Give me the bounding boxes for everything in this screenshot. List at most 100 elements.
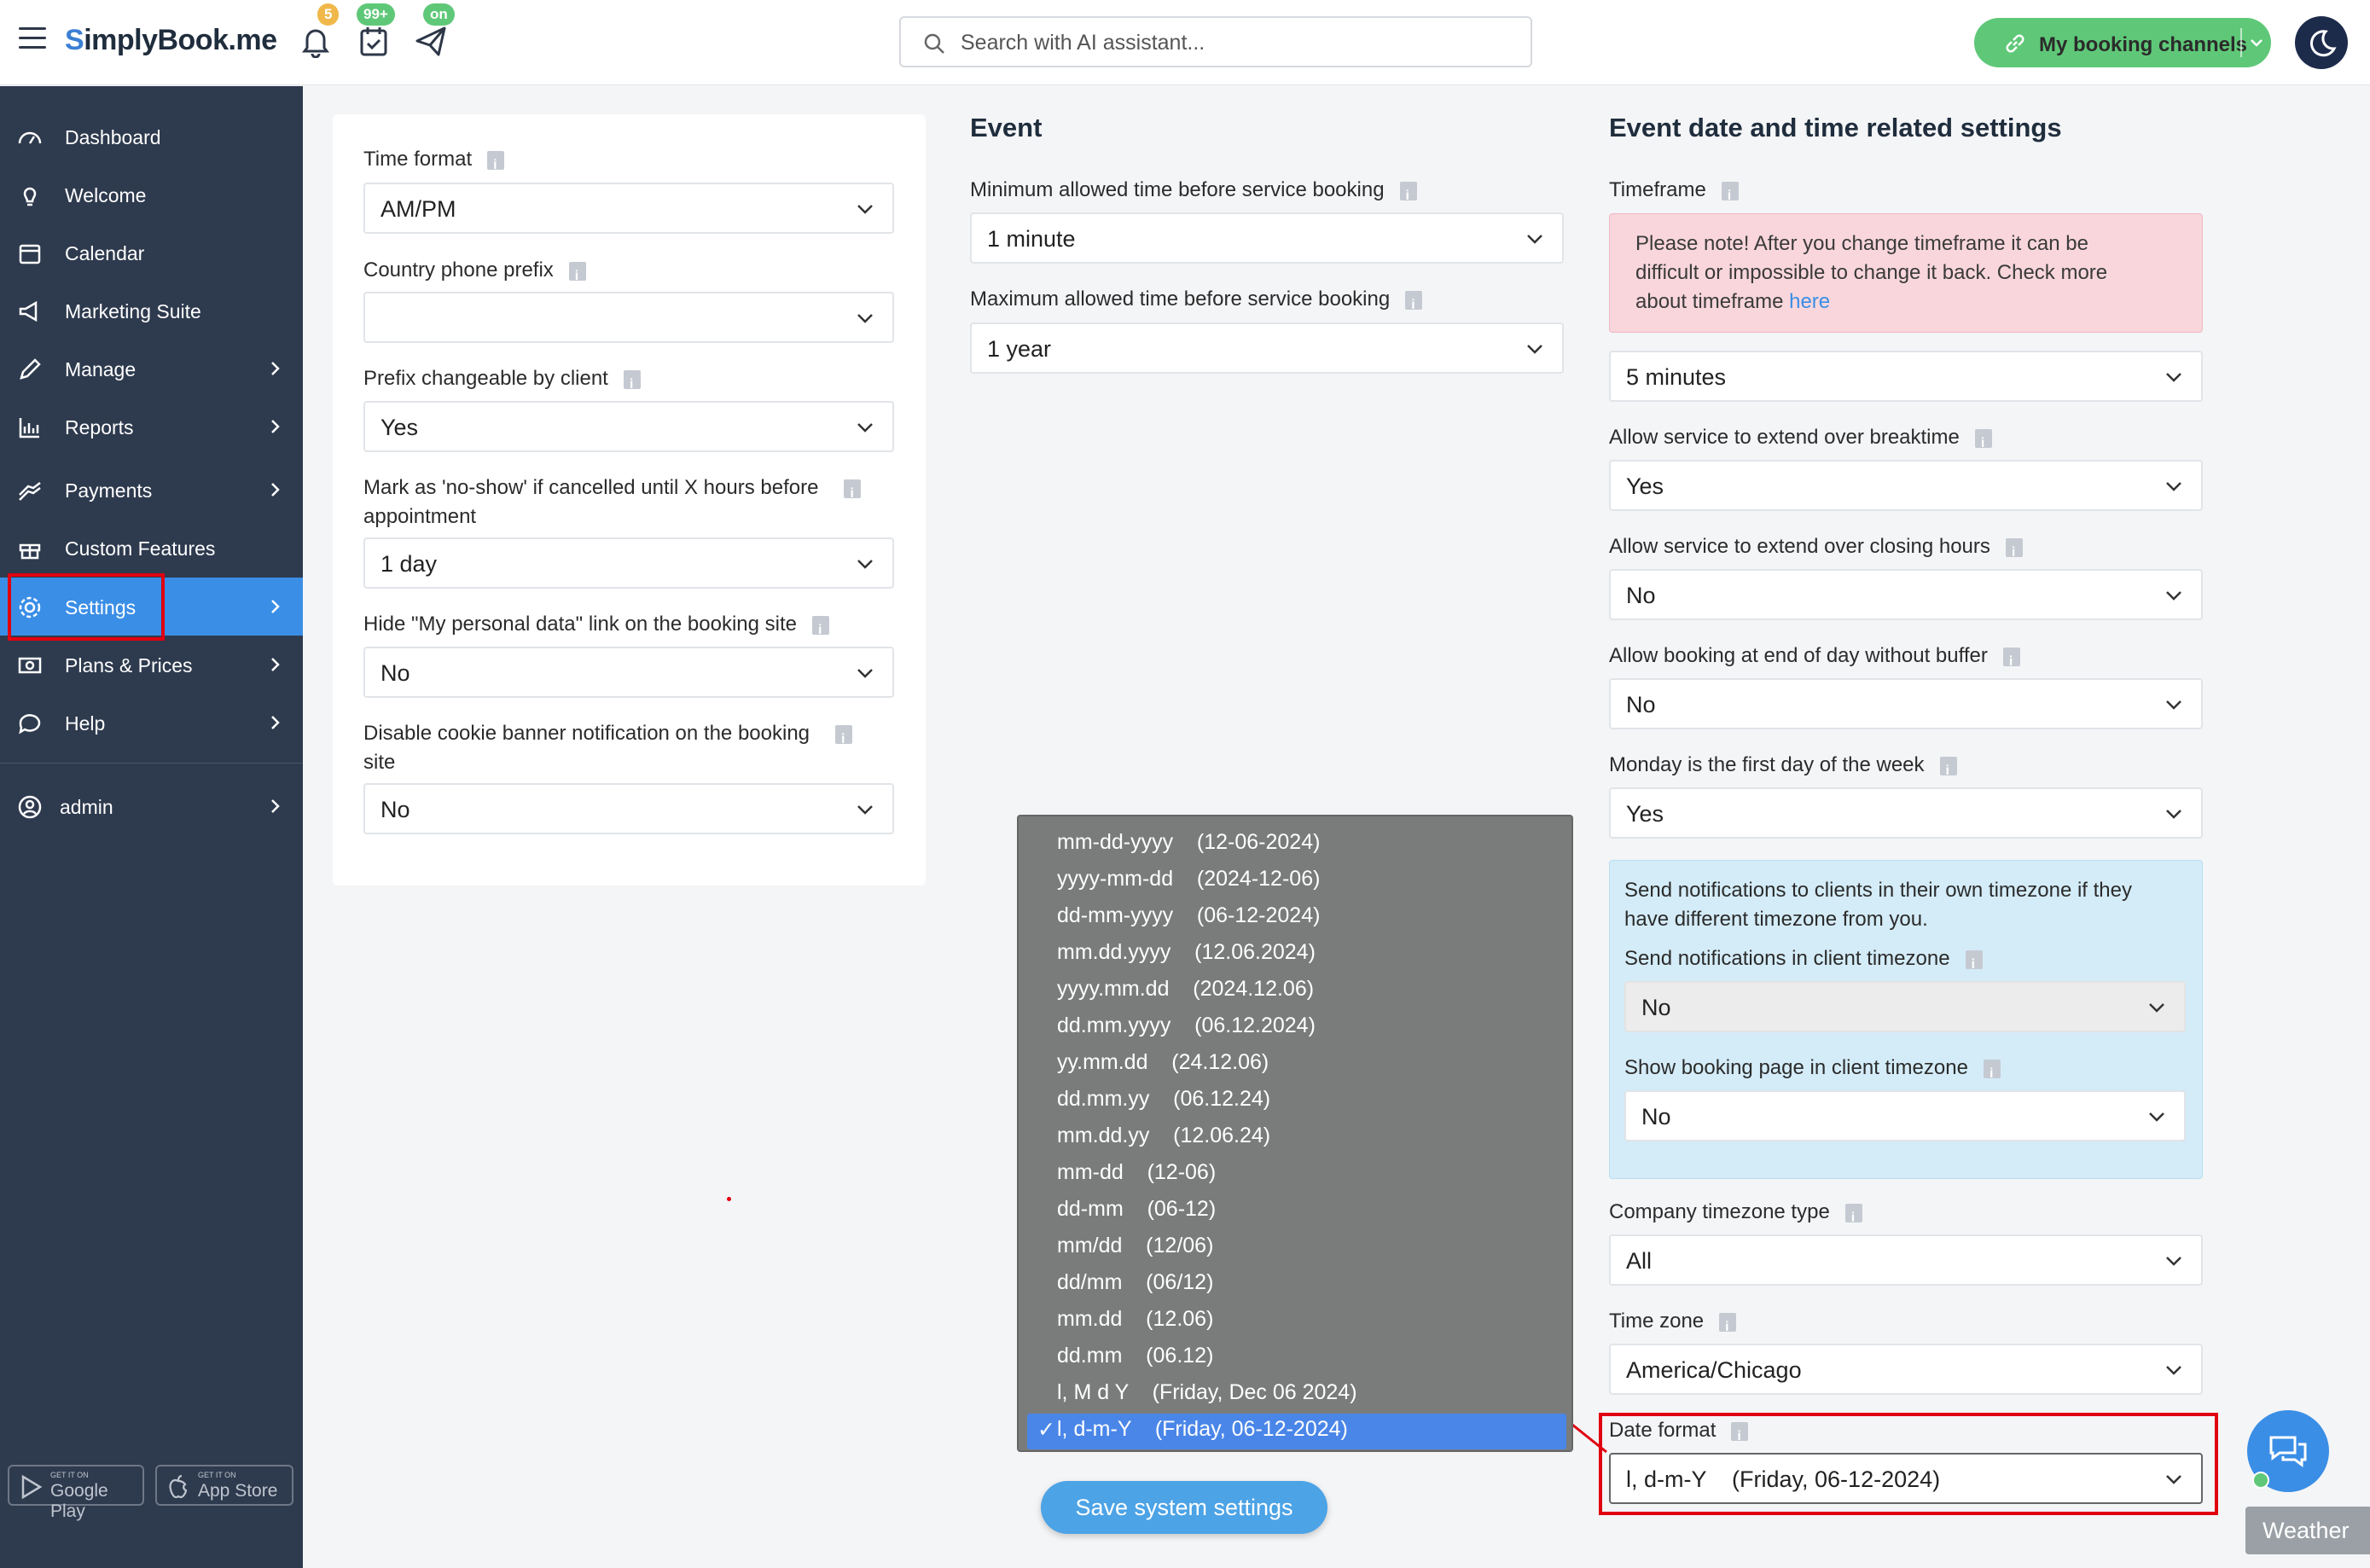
booking-channels-button[interactable]: My booking channels — [1974, 18, 2271, 67]
client-tz-notif-select[interactable]: No — [1624, 981, 2186, 1032]
info-icon[interactable] — [568, 261, 586, 291]
event-heading: Event — [970, 113, 1043, 142]
chat-widget-button[interactable] — [2247, 1410, 2329, 1492]
info-icon[interactable] — [1405, 290, 1423, 320]
dropdown-option[interactable]: dd/mm (06/12) — [1057, 1270, 1213, 1295]
info-icon[interactable] — [1399, 181, 1417, 211]
timeframe-help-link[interactable]: here — [1789, 290, 1830, 313]
time-format-label: Time format — [363, 145, 505, 180]
client-timezone-description: Send notifications to clients in their o… — [1624, 879, 2132, 931]
info-icon[interactable] — [487, 150, 505, 180]
info-icon[interactable] — [1939, 756, 1957, 786]
first-day-select[interactable]: Yes — [1609, 787, 2203, 839]
dropdown-option-selected[interactable]: l, d-m-Y (Friday, 06-12-2024) — [1057, 1417, 1348, 1442]
info-icon[interactable] — [2002, 647, 2020, 677]
dropdown-option[interactable]: mm.dd.yy (12.06.24) — [1057, 1124, 1270, 1148]
top-bar: SimplyBook.me 5 99+ on Search with AI as… — [0, 0, 2370, 85]
sidebar-item-custom-features[interactable]: Custom Features — [0, 519, 303, 577]
info-icon[interactable] — [2005, 537, 2023, 567]
sidebar-item-payments[interactable]: Payments — [0, 461, 303, 519]
closing-hours-select[interactable]: No — [1609, 569, 2203, 620]
chevron-down-icon — [2149, 1003, 2164, 1013]
sidebar-item-dashboard[interactable]: Dashboard — [0, 107, 303, 166]
chevron-down-icon — [2166, 482, 2181, 491]
checkmark-icon: ✓ — [1037, 1418, 1055, 1442]
noshow-select[interactable]: 1 day — [363, 537, 894, 589]
sidebar-item-reports[interactable]: Reports — [0, 398, 303, 456]
cursor-dot — [727, 1197, 731, 1201]
search-input[interactable]: Search with AI assistant... — [899, 16, 1532, 67]
client-tz-page-select[interactable]: No — [1624, 1090, 2186, 1141]
app-store-badge[interactable]: GET IT ON App Store — [155, 1465, 293, 1506]
chevron-down-icon[interactable] — [2249, 35, 2264, 50]
chevron-right-icon — [271, 483, 280, 497]
chevron-down-icon — [857, 805, 873, 815]
dropdown-option[interactable]: mm.dd.yyyy (12.06.2024) — [1057, 940, 1316, 965]
info-icon[interactable] — [844, 479, 862, 508]
chevron-down-icon — [857, 423, 873, 433]
info-icon[interactable] — [1965, 950, 1983, 979]
price-icon — [18, 657, 42, 674]
chevron-down-icon — [2166, 700, 2181, 710]
search-icon — [924, 33, 944, 54]
phone-prefix-select[interactable] — [363, 292, 894, 343]
dropdown-option[interactable]: mm-dd (12-06) — [1057, 1160, 1216, 1185]
google-play-badge[interactable]: GET IT ON Google Play — [8, 1465, 144, 1521]
info-icon[interactable] — [1844, 1203, 1862, 1233]
timeframe-select[interactable]: 5 minutes — [1609, 351, 2203, 402]
dropdown-option[interactable]: dd.mm.yyyy (06.12.2024) — [1057, 1013, 1316, 1038]
info-icon[interactable] — [812, 615, 829, 645]
theme-toggle-button[interactable] — [2295, 16, 2348, 69]
sidebar-item-help[interactable]: Help — [0, 694, 303, 752]
hide-personal-data-select[interactable]: No — [363, 647, 894, 698]
time-format-select[interactable]: AM/PM — [363, 183, 894, 234]
dropdown-option[interactable]: mm/dd (12/06) — [1057, 1234, 1213, 1258]
sidebar-item-admin[interactable]: admin — [0, 777, 303, 835]
bell-icon[interactable] — [300, 24, 334, 59]
max-time-select[interactable]: 1 year — [970, 322, 1564, 374]
sidebar-item-calendar[interactable]: Calendar — [0, 224, 303, 282]
menu-icon[interactable] — [19, 27, 46, 51]
dropdown-option[interactable]: dd.mm (06.12) — [1057, 1344, 1213, 1368]
weather-widget[interactable]: Weather — [2245, 1507, 2370, 1554]
info-icon[interactable] — [1721, 181, 1739, 211]
end-of-day-select[interactable]: No — [1609, 678, 2203, 729]
send-icon[interactable] — [415, 24, 449, 58]
sidebar-item-manage[interactable]: Manage — [0, 340, 303, 398]
prefix-changeable-select[interactable]: Yes — [363, 401, 894, 452]
dropdown-option[interactable]: mm.dd (12.06) — [1057, 1307, 1213, 1332]
cookie-banner-select[interactable]: No — [363, 783, 894, 834]
dropdown-option[interactable]: l, M d Y (Friday, Dec 06 2024) — [1057, 1380, 1357, 1405]
timezone-type-select[interactable]: All — [1609, 1234, 2203, 1286]
min-time-select[interactable]: 1 minute — [970, 212, 1564, 264]
info-icon[interactable] — [623, 369, 641, 399]
sidebar-item-welcome[interactable]: Welcome — [0, 166, 303, 224]
calendar-check-icon[interactable] — [358, 24, 392, 58]
publish-badge: on — [423, 3, 455, 26]
tasks-badge: 99+ — [357, 3, 395, 26]
dropdown-option[interactable]: dd.mm.yy (06.12.24) — [1057, 1087, 1270, 1112]
first-day-label: Monday is the first day of the week — [1609, 751, 1957, 786]
chevron-right-icon — [271, 600, 280, 613]
date-format-dropdown[interactable]: mm-dd-yyyy (12-06-2024) yyyy-mm-dd (2024… — [1017, 815, 1573, 1452]
info-icon[interactable] — [1719, 1312, 1737, 1342]
dropdown-option[interactable]: yyyy.mm.dd (2024.12.06) — [1057, 977, 1314, 1002]
sidebar-item-marketing[interactable]: Marketing Suite — [0, 282, 303, 340]
phone-prefix-label: Country phone prefix — [363, 256, 586, 291]
dropdown-option[interactable]: yy.mm.dd (24.12.06) — [1057, 1050, 1269, 1075]
dropdown-option[interactable]: yyyy-mm-dd (2024-12-06) — [1057, 867, 1320, 891]
logo[interactable]: SimplyBook.me — [65, 24, 277, 57]
notification-badge: 5 — [317, 3, 340, 26]
breaktime-select[interactable]: Yes — [1609, 460, 2203, 511]
info-icon[interactable] — [1974, 428, 1992, 458]
info-icon[interactable] — [1983, 1059, 2001, 1089]
sidebar-item-plans[interactable]: Plans & Prices — [0, 636, 303, 694]
chevron-right-icon — [271, 716, 280, 729]
dropdown-option[interactable]: dd-mm-yyyy (06-12-2024) — [1057, 903, 1320, 928]
link-icon — [2006, 34, 2024, 53]
time-zone-select[interactable]: America/Chicago — [1609, 1344, 2203, 1395]
save-settings-button[interactable]: Save system settings — [1041, 1481, 1327, 1534]
info-icon[interactable] — [835, 724, 853, 754]
dropdown-option[interactable]: dd-mm (06-12) — [1057, 1197, 1216, 1222]
dropdown-option[interactable]: mm-dd-yyyy (12-06-2024) — [1057, 830, 1320, 855]
